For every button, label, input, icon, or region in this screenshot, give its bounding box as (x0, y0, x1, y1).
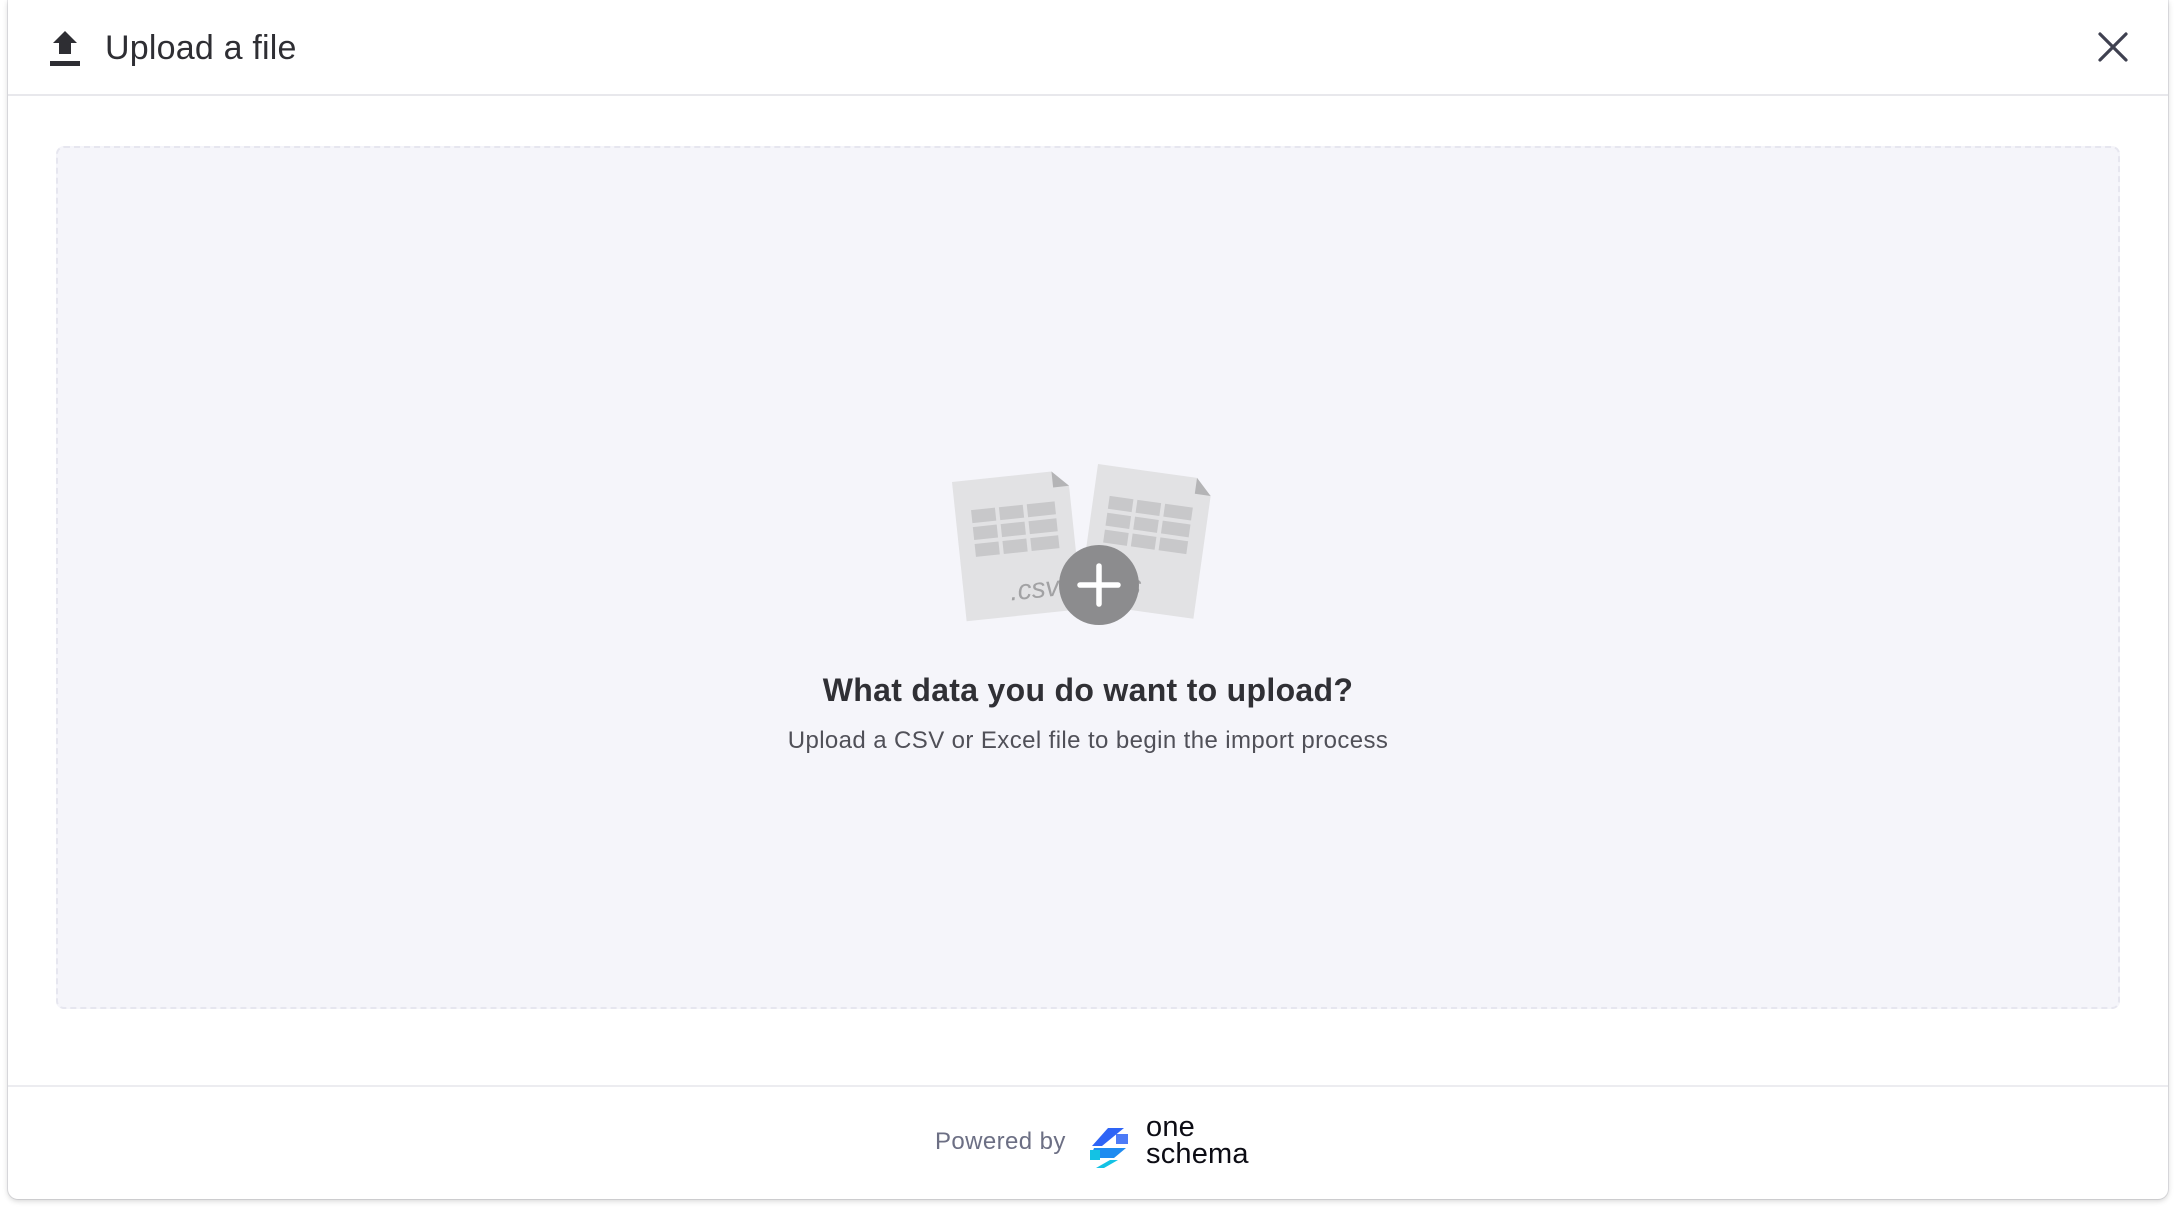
brand-line-schema: schema (1146, 1138, 1249, 1170)
csv-file-label: .csv (1008, 570, 1063, 606)
dropzone-heading: What data you do want to upload? (822, 672, 1354, 708)
plus-circle-icon (1059, 545, 1139, 625)
modal-title: Upload a file (105, 29, 297, 67)
upload-modal: Upload a file .csv What data you do want… (8, 0, 2168, 1199)
close-x-icon (2098, 32, 2128, 62)
modal-footer: Powered by one schema (8, 1085, 2168, 1199)
oneschema-wordmark: one schema (1146, 1111, 1249, 1170)
file-dropzone[interactable]: .csv .xls What data you do want to uploa… (56, 146, 2120, 1009)
powered-by-text: Powered by (935, 1128, 1066, 1155)
brand-line-one: one (1146, 1111, 1195, 1143)
upload-arrow-icon (50, 31, 80, 66)
modal-header: Upload a file (8, 0, 2168, 96)
dropzone-subtext: Upload a CSV or Excel file to begin the … (787, 727, 1389, 754)
close-button[interactable] (2088, 22, 2138, 72)
oneschema-logo-link[interactable]: one schema (1086, 1111, 1256, 1174)
oneschema-logo-icon (1090, 1128, 1128, 1168)
file-types-illustration: .csv .xls (952, 464, 1211, 625)
